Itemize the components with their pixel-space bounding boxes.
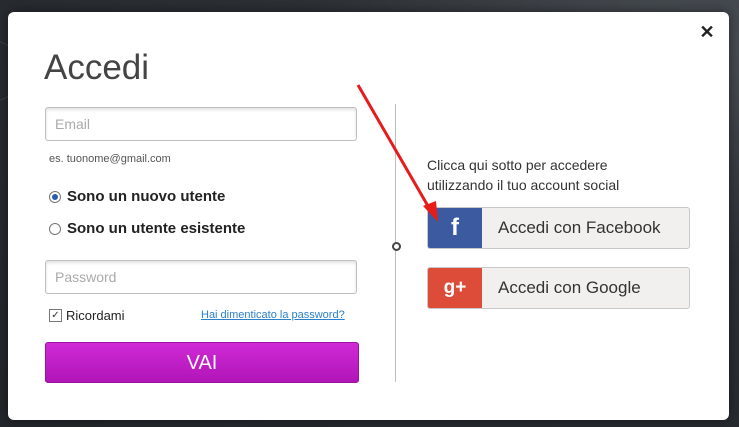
social-intro: Clicca qui sotto per accedere utilizzand… [427, 155, 677, 195]
radio-existing-user-label: Sono un utente esistente [67, 220, 246, 237]
google-login-button[interactable]: g+ Accedi con Google [427, 267, 690, 309]
submit-button[interactable]: VAI [45, 342, 359, 383]
email-field[interactable] [45, 107, 357, 141]
password-field[interactable] [45, 260, 357, 294]
remember-label: Ricordami [66, 308, 125, 323]
facebook-icon: f [428, 208, 482, 248]
login-modal: ✕ Accedi es. tuonome@gmail.com Sono un n… [8, 12, 729, 420]
facebook-login-button[interactable]: f Accedi con Facebook [427, 207, 690, 249]
forgot-password-link[interactable]: Hai dimenticato la password? [201, 309, 345, 321]
radio-new-user-label: Sono un nuovo utente [67, 188, 226, 205]
radio-new-user[interactable]: Sono un nuovo utente [49, 188, 225, 205]
divider-dot-icon [392, 242, 401, 251]
radio-button-checked[interactable] [49, 190, 61, 203]
radio-button[interactable] [49, 222, 61, 235]
google-login-label: Accedi con Google [498, 278, 641, 297]
email-hint: es. tuonome@gmail.com [49, 153, 171, 165]
social-intro-line-1: Clicca qui sotto per accedere [427, 157, 608, 173]
remember-me[interactable]: ✓ Ricordami [49, 308, 125, 323]
close-icon[interactable]: ✕ [699, 23, 715, 41]
page-title: Accedi [44, 48, 150, 87]
social-intro-line-2: utilizzando il tuo account social [427, 177, 620, 193]
checkmark-icon[interactable]: ✓ [49, 309, 62, 322]
google-plus-icon: g+ [428, 268, 482, 308]
facebook-login-label: Accedi con Facebook [498, 218, 661, 237]
radio-existing-user[interactable]: Sono un utente esistente [49, 220, 245, 237]
